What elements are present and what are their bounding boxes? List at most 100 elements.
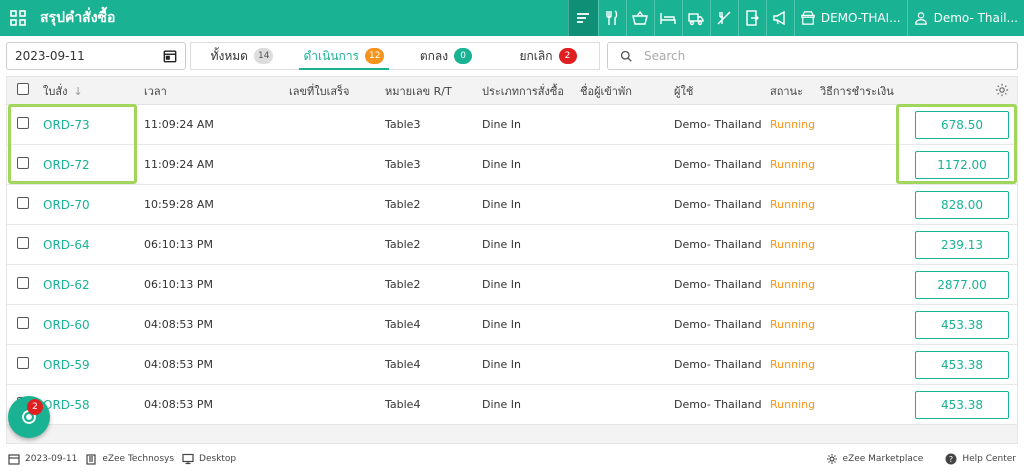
apps-grid-icon[interactable] [0,0,36,36]
row-checkbox[interactable] [17,197,29,212]
date-value: 2023-09-11 [15,49,85,63]
order-user: Demo- Thailand [674,358,762,371]
table-row[interactable]: ORD-73 11:09:24 AM Table3 Dine In Demo- Thai… [7,105,1017,145]
user-name: Demo- Thail... [933,11,1018,25]
order-link[interactable]: ORD-64 [43,238,90,252]
col-time: เวลา [144,84,167,98]
order-link[interactable]: ORD-70 [43,198,90,212]
search-input[interactable]: Search [607,42,1018,70]
table-row[interactable]: ORD-60 04:08:53 PM Table4 Dine In Demo- Thai… [7,305,1017,345]
tab-all[interactable]: ทั้งหมด 14 [191,43,293,69]
order-link[interactable]: ORD-59 [43,358,90,372]
status-platform: Desktop [182,453,236,465]
row-checkbox[interactable] [17,317,29,332]
tab-settled[interactable]: ตกลง 0 [395,43,497,69]
order-time: 06:10:13 PM [144,278,214,291]
basket-icon[interactable] [625,0,654,36]
status-bar: 2023-09-11 eZee Technosys Desktop eZee M… [0,446,1024,472]
row-checkbox[interactable] [17,357,29,372]
row-checkbox[interactable] [17,117,29,132]
filter-bar: 2023-09-11 ทั้งหมด 14 ดำเนินการ 12 ตกลง … [0,36,1024,76]
count-badge: 2 [558,48,577,64]
col-order[interactable]: ใบสั่ง ↓ [43,82,83,100]
table-row[interactable]: ORD-62 06:10:13 PM Table2 Dine In Demo- Thai… [7,265,1017,305]
row-checkbox[interactable] [17,237,29,252]
outlet-selector[interactable]: DEMO-THAI... [793,0,907,36]
table-number: Table3 [385,118,421,131]
order-status: Running [770,398,816,411]
order-time: 10:59:28 AM [144,198,214,211]
status-platform-text: Desktop [199,454,237,464]
tab-cancelled[interactable]: ยกเลิก 2 [497,43,599,69]
order-user: Demo- Thailand [674,278,762,291]
order-type: Dine In [482,158,521,171]
table-header: ใบสั่ง ↓ เวลา เลขที่ใบเสร็จ หมายเลข R/T ป… [7,77,1017,105]
outlet-name: DEMO-THAI... [820,11,901,25]
col-order-type: ประเภทการสั่งซื้อ [482,84,564,98]
search-placeholder: Search [644,49,686,63]
dine-in-icon[interactable] [597,0,626,36]
order-link[interactable]: ORD-62 [43,278,90,292]
table-number: Table3 [385,158,421,171]
order-list-icon[interactable] [567,0,598,36]
table-row[interactable]: ORD-64 06:10:13 PM Table2 Dine In Demo- Thai… [7,225,1017,265]
bed-icon[interactable] [653,0,682,36]
no-food-icon[interactable] [709,0,738,36]
col-table: หมายเลข R/T [385,84,452,98]
col-receipt: เลขที่ใบเสร็จ [289,84,350,98]
row-checkbox[interactable] [17,157,29,172]
select-all-checkbox[interactable] [17,83,29,98]
status-tabs: ทั้งหมด 14 ดำเนินการ 12 ตกลง 0 ยกเลิก 2 [190,42,600,70]
help-center-link[interactable]: ? Help Center [945,453,1016,465]
status-date: 2023-09-11 [8,453,77,465]
table-row[interactable]: ORD-72 11:09:24 AM Table3 Dine In Demo- Thai… [7,145,1017,185]
status-company: eZee Technosys [85,453,174,465]
amount-button[interactable]: 239.13 [915,231,1009,259]
announcement-icon[interactable] [765,0,794,36]
amount-button[interactable]: 453.38 [915,311,1009,339]
amount-button[interactable]: 678.50 [915,111,1009,139]
order-link[interactable]: ORD-73 [43,118,90,132]
help-center-text: Help Center [962,454,1016,464]
amount-button[interactable]: 2877.00 [915,271,1009,299]
order-user: Demo- Thailand [674,398,762,411]
table-number: Table2 [385,238,421,251]
exit-door-icon[interactable] [737,0,766,36]
table-row[interactable]: ORD-59 04:08:53 PM Table4 Dine In Demo- Thai… [7,345,1017,385]
notification-badge: 2 [27,399,43,415]
table-row[interactable]: ORD-70 10:59:28 AM Table2 Dine In Demo- Thai… [7,185,1017,225]
row-checkbox[interactable] [17,277,29,292]
order-type: Dine In [482,398,521,411]
col-payment: วิธีการชำระเงิน [820,84,894,98]
calendar-icon[interactable] [163,49,177,63]
order-user: Demo- Thailand [674,318,762,331]
gear-icon [826,454,837,464]
help-icon: ? [945,453,957,465]
order-user: Demo- Thailand [674,198,762,211]
amount-button[interactable]: 453.38 [915,351,1009,379]
delivery-truck-icon[interactable] [681,0,710,36]
user-menu[interactable]: Demo- Thail... [906,0,1024,36]
order-status: Running [770,158,816,171]
marketplace-link[interactable]: eZee Marketplace [826,453,923,465]
user-icon [914,12,927,25]
table-row[interactable]: ORD-58 04:08:53 PM Table4 Dine In Demo- Thai… [7,385,1017,425]
settings-gear-icon[interactable] [995,83,1009,97]
table-number: Table4 [385,358,421,371]
order-time: 04:08:53 PM [144,358,214,371]
amount-button[interactable]: 828.00 [915,191,1009,219]
date-picker[interactable]: 2023-09-11 [6,42,186,70]
order-status: Running [770,198,816,211]
amount-button[interactable]: 453.38 [915,391,1009,419]
col-order-label: ใบสั่ง [43,84,68,98]
col-user: ผู้ใช้ [674,84,694,98]
amount-button[interactable]: 1172.00 [915,151,1009,179]
order-link[interactable]: ORD-72 [43,158,90,172]
order-link[interactable]: ORD-58 [43,398,90,412]
order-status: Running [770,238,816,251]
tab-in-progress[interactable]: ดำเนินการ 12 [293,43,395,70]
count-badge: 14 [253,48,274,64]
col-guest: ชื่อผู้เข้าพัก [580,84,632,98]
status-date-text: 2023-09-11 [25,454,78,464]
order-link[interactable]: ORD-60 [43,318,90,332]
